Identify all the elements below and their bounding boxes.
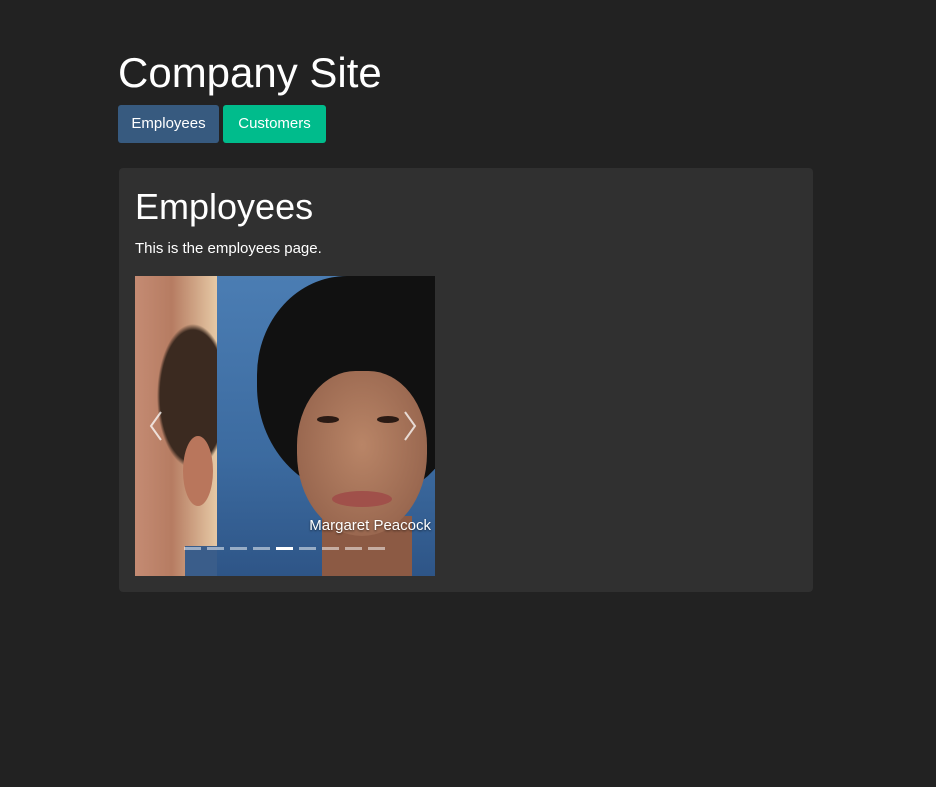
employee-carousel[interactable]: Margaret Peacock [135,276,435,576]
carousel-indicator[interactable] [299,547,316,550]
employees-panel: Employees This is the employees page. Ma… [119,168,813,592]
slide-caption: Margaret Peacock [309,517,431,534]
carousel-indicator[interactable] [230,547,247,550]
carousel-indicator[interactable] [322,547,339,550]
carousel-indicator[interactable] [276,547,293,550]
carousel-indicator[interactable] [253,547,270,550]
carousel-prev-button[interactable] [145,406,169,446]
carousel-indicator[interactable] [207,547,224,550]
nav-bar: Employees Customers [118,105,326,143]
carousel-indicator[interactable] [184,547,201,550]
carousel-indicator[interactable] [368,547,385,550]
panel-title: Employees [135,186,314,227]
employees-button[interactable]: Employees [118,105,219,143]
carousel-indicators [184,547,385,550]
chevron-left-icon [149,411,162,441]
panel-description: This is the employees page. [135,240,322,257]
site-title: Company Site [118,49,382,96]
carousel-indicator[interactable] [345,547,362,550]
carousel-next-button[interactable] [397,406,421,446]
customers-button[interactable]: Customers [223,105,326,143]
chevron-right-icon [404,411,417,441]
